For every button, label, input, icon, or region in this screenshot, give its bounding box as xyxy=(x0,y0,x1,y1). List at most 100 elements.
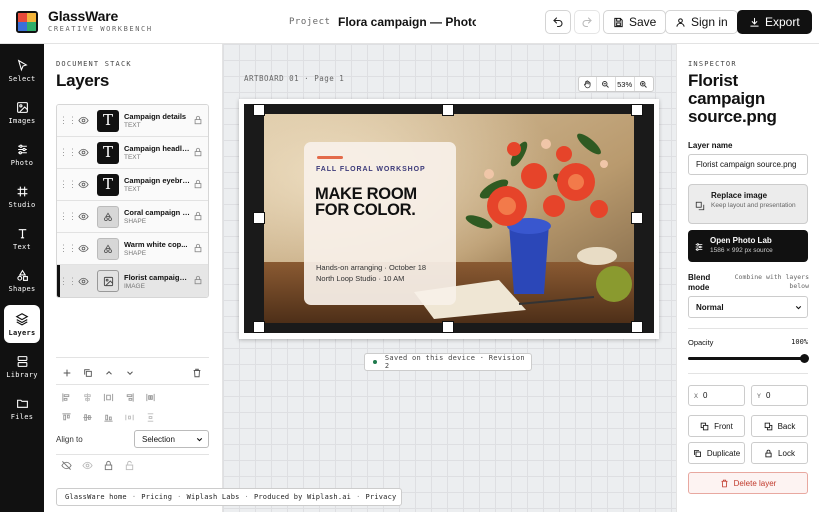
lock-icon[interactable] xyxy=(98,458,119,472)
hide-icon[interactable] xyxy=(56,458,77,472)
layer-row[interactable]: ⋮⋮ Warm white cop... SHAPE xyxy=(57,233,208,265)
redo-button[interactable] xyxy=(574,10,600,34)
eye-icon[interactable] xyxy=(73,211,93,222)
footer-link[interactable]: Pricing xyxy=(141,493,172,501)
lock-icon[interactable] xyxy=(193,147,203,160)
eye-icon[interactable] xyxy=(73,147,93,158)
artboard[interactable]: FALL FLORAL WORKSHOP MAKE ROOM FOR COLOR.… xyxy=(239,99,659,339)
space-h-icon[interactable] xyxy=(119,410,140,424)
eye-icon[interactable] xyxy=(73,115,93,126)
lock-icon[interactable] xyxy=(193,243,203,256)
trash-icon[interactable] xyxy=(186,366,207,380)
opacity-slider-thumb[interactable] xyxy=(800,354,809,363)
tool-shapes[interactable]: Shapes xyxy=(4,262,40,300)
tool-label: Photo xyxy=(10,159,34,167)
distribute-h-icon[interactable] xyxy=(98,390,119,404)
footer-link[interactable]: Produced by Wiplash.ai xyxy=(254,493,351,501)
save-button[interactable]: Save xyxy=(603,10,667,34)
export-button[interactable]: Export xyxy=(737,10,812,34)
tool-label: Files xyxy=(10,413,34,421)
florist-campaign-image[interactable]: FALL FLORAL WORKSHOP MAKE ROOM FOR COLOR.… xyxy=(264,114,634,323)
image-icon xyxy=(16,101,29,114)
resize-handle-sw[interactable] xyxy=(253,321,265,333)
layer-row[interactable]: ⋮⋮ T Campaign details TEXT xyxy=(57,105,208,137)
layer-type: IMAGE xyxy=(124,282,145,290)
eye-icon[interactable] xyxy=(73,276,93,287)
resize-handle-e[interactable] xyxy=(631,212,643,224)
resize-handle-nw[interactable] xyxy=(253,104,265,116)
y-position-input[interactable]: Y 0 xyxy=(751,385,808,406)
resize-handle-n[interactable] xyxy=(442,104,454,116)
align-bottom-icon[interactable] xyxy=(98,410,119,424)
tool-layers[interactable]: Layers xyxy=(4,305,40,343)
tool-photo[interactable]: Photo xyxy=(4,136,40,174)
hand-icon[interactable] xyxy=(579,77,598,91)
unlock-icon[interactable] xyxy=(119,458,140,472)
drag-handle-icon[interactable]: ⋮⋮ xyxy=(59,211,77,222)
eye-icon[interactable] xyxy=(73,243,93,254)
lock-button[interactable]: Lock xyxy=(751,442,808,464)
move-down-icon[interactable] xyxy=(119,366,140,380)
drag-handle-icon[interactable]: ⋮⋮ xyxy=(59,147,77,158)
lock-icon[interactable] xyxy=(193,275,203,288)
glassware-logo[interactable] xyxy=(16,11,38,33)
lock-icon[interactable] xyxy=(193,179,203,192)
align-middle-icon[interactable] xyxy=(77,410,98,424)
layer-row[interactable]: ⋮⋮ T Campaign eyebrow TEXT xyxy=(57,169,208,201)
eye-icon[interactable] xyxy=(77,458,98,472)
tool-studio[interactable]: Studio xyxy=(4,178,40,216)
drag-handle-icon[interactable]: ⋮⋮ xyxy=(59,276,77,287)
align-top-icon[interactable] xyxy=(56,410,77,424)
move-up-icon[interactable] xyxy=(98,366,119,380)
tool-select[interactable]: Select xyxy=(4,52,40,90)
x-position-input[interactable]: X 0 xyxy=(688,385,745,406)
blend-mode-select[interactable]: Normal xyxy=(688,296,808,318)
layer-row[interactable]: ⋮⋮ Coral campaign r... SHAPE xyxy=(57,201,208,233)
tool-files[interactable]: Files xyxy=(4,390,40,428)
align-center-icon[interactable] xyxy=(77,390,98,404)
zoom-level[interactable]: 53% xyxy=(616,77,635,91)
align-left-icon[interactable] xyxy=(56,390,77,404)
promo-card[interactable]: FALL FLORAL WORKSHOP MAKE ROOM FOR COLOR.… xyxy=(304,142,456,305)
footer-link[interactable]: Privacy xyxy=(366,493,397,501)
layer-row[interactable]: ⋮⋮ T Campaign headline TEXT xyxy=(57,137,208,169)
zoom-in-icon[interactable] xyxy=(635,77,653,91)
resize-handle-s[interactable] xyxy=(442,321,454,333)
tool-text[interactable]: Text xyxy=(4,220,40,258)
opacity-slider-track[interactable] xyxy=(688,354,809,363)
layer-row[interactable]: ⋮⋮ Florist campaign ... IMAGE xyxy=(57,265,208,297)
align-right-icon[interactable] xyxy=(119,390,140,404)
layer-name-input[interactable]: Florist campaign source.png xyxy=(688,154,808,175)
add-layer-icon[interactable] xyxy=(56,366,77,380)
top-bar: GlassWare CREATIVE WORKBENCH Project Flo… xyxy=(0,0,819,44)
front-label: Front xyxy=(714,421,733,431)
drag-handle-icon[interactable]: ⋮⋮ xyxy=(59,115,77,126)
footer-link[interactable]: Wiplash Labs xyxy=(187,493,240,501)
bring-front-button[interactable]: Front xyxy=(688,415,745,437)
lock-icon[interactable] xyxy=(193,115,203,128)
project-title[interactable]: Flora campaign — Photo Launch xyxy=(338,15,476,29)
footer-link[interactable]: GlassWare home xyxy=(65,493,127,501)
resize-handle-w[interactable] xyxy=(253,212,265,224)
send-back-button[interactable]: Back xyxy=(751,415,808,437)
align-to-select[interactable]: Selection xyxy=(134,430,209,448)
open-photo-lab-button[interactable]: Open Photo Lab 1586 × 992 px source xyxy=(688,230,808,262)
lock-icon[interactable] xyxy=(193,211,203,224)
canvas-area[interactable]: ARTBOARD 01 · Page 1 53% FALL FLORAL WOR… xyxy=(223,44,676,512)
resize-handle-se[interactable] xyxy=(631,321,643,333)
copy-icon[interactable] xyxy=(77,366,98,380)
tool-library[interactable]: Library xyxy=(4,348,40,386)
duplicate-button[interactable]: Duplicate xyxy=(688,442,745,464)
distribute-v-icon[interactable] xyxy=(140,390,161,404)
space-v-icon[interactable] xyxy=(140,410,161,424)
undo-button[interactable] xyxy=(545,10,571,34)
delete-layer-button[interactable]: Delete layer xyxy=(688,472,808,494)
drag-handle-icon[interactable]: ⋮⋮ xyxy=(59,179,77,190)
resize-handle-ne[interactable] xyxy=(631,104,643,116)
zoom-out-icon[interactable] xyxy=(597,77,616,91)
sign-in-button[interactable]: Sign in xyxy=(665,10,738,34)
drag-handle-icon[interactable]: ⋮⋮ xyxy=(59,243,77,254)
eye-icon[interactable] xyxy=(73,179,93,190)
replace-image-button[interactable]: Replace image Keep layout and presentati… xyxy=(688,184,808,224)
tool-images[interactable]: Images xyxy=(4,94,40,132)
